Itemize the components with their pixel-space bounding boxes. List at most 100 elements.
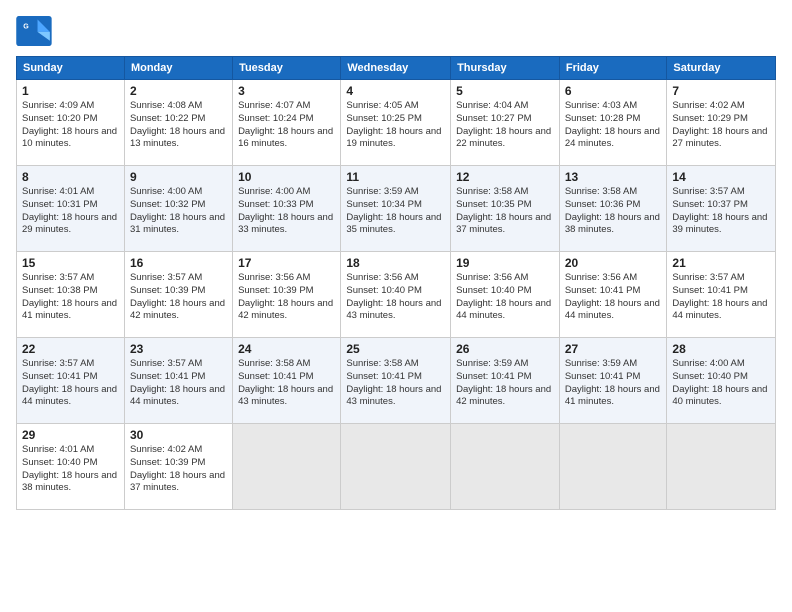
calendar-cell: 22Sunrise: 3:57 AMSunset: 10:41 PMDaylig… [17, 338, 125, 424]
cell-content: Sunrise: 4:00 AMSunset: 10:33 PMDaylight… [238, 186, 335, 237]
calendar-week-3: 15Sunrise: 3:57 AMSunset: 10:38 PMDaylig… [17, 252, 776, 338]
day-number: 27 [565, 342, 662, 356]
calendar-cell: 24 Sunrise: 3:58 AMSunset: 10:41 PMDaylig… [233, 338, 341, 424]
calendar-cell: 30 Sunrise: 4:02 AMSunset: 10:39 PMDaylig… [124, 424, 232, 510]
cell-content: Sunrise: 3:56 AMSunset: 10:41 PMDaylight… [565, 272, 662, 323]
calendar-week-2: 8Sunrise: 4:01 AMSunset: 10:31 PMDayligh… [17, 166, 776, 252]
calendar-cell: 28 Sunrise: 4:00 AMSunset: 10:40 PMDaylig… [667, 338, 776, 424]
day-number: 11 [346, 170, 445, 184]
calendar-cell: 8Sunrise: 4:01 AMSunset: 10:31 PMDayligh… [17, 166, 125, 252]
cell-content: Sunrise: 3:57 AMSunset: 10:41 PMDaylight… [130, 358, 227, 409]
calendar-cell: 15Sunrise: 3:57 AMSunset: 10:38 PMDaylig… [17, 252, 125, 338]
calendar-week-4: 22Sunrise: 3:57 AMSunset: 10:41 PMDaylig… [17, 338, 776, 424]
day-number: 12 [456, 170, 554, 184]
weekday-header-tuesday: Tuesday [233, 57, 341, 80]
calendar-cell: 12 Sunrise: 3:58 AMSunset: 10:35 PMDaylig… [451, 166, 560, 252]
calendar-body: 1Sunrise: 4:09 AMSunset: 10:20 PMDayligh… [17, 80, 776, 510]
calendar-cell: 27Sunrise: 3:59 AMSunset: 10:41 PMDaylig… [559, 338, 667, 424]
calendar-week-1: 1Sunrise: 4:09 AMSunset: 10:20 PMDayligh… [17, 80, 776, 166]
calendar-cell: 14Sunrise: 3:57 AMSunset: 10:37 PMDaylig… [667, 166, 776, 252]
day-number: 10 [238, 170, 335, 184]
cell-content: Sunrise: 3:59 AMSunset: 10:34 PMDaylight… [346, 186, 445, 237]
day-number: 30 [130, 428, 227, 442]
cell-content: Sunrise: 3:59 AMSunset: 10:41 PMDaylight… [456, 358, 554, 409]
day-number: 26 [456, 342, 554, 356]
cell-content: Sunrise: 4:02 AMSunset: 10:29 PMDaylight… [672, 100, 770, 151]
calendar-cell: 16 Sunrise: 3:57 AMSunset: 10:39 PMDaylig… [124, 252, 232, 338]
day-number: 16 [130, 256, 227, 270]
cell-content: Sunrise: 3:57 AMSunset: 10:38 PMDaylight… [22, 272, 119, 323]
day-number: 25 [346, 342, 445, 356]
calendar-cell: 9Sunrise: 4:00 AMSunset: 10:32 PMDayligh… [124, 166, 232, 252]
calendar-cell: 5 Sunrise: 4:04 AMSunset: 10:27 PMDayligh… [451, 80, 560, 166]
calendar-table: SundayMondayTuesdayWednesdayThursdayFrid… [16, 56, 776, 510]
day-number: 6 [565, 84, 662, 98]
calendar-cell: 29 Sunrise: 4:01 AMSunset: 10:40 PMDaylig… [17, 424, 125, 510]
cell-content: Sunrise: 3:58 AMSunset: 10:36 PMDaylight… [565, 186, 662, 237]
day-number: 7 [672, 84, 770, 98]
day-number: 3 [238, 84, 335, 98]
cell-content: Sunrise: 4:05 AMSunset: 10:25 PMDaylight… [346, 100, 445, 151]
day-number: 29 [22, 428, 119, 442]
day-number: 19 [456, 256, 554, 270]
cell-content: Sunrise: 3:57 AMSunset: 10:41 PMDaylight… [22, 358, 119, 409]
cell-content: Sunrise: 3:56 AMSunset: 10:39 PMDaylight… [238, 272, 335, 323]
weekday-header-wednesday: Wednesday [341, 57, 451, 80]
day-number: 23 [130, 342, 227, 356]
calendar-cell: 4 Sunrise: 4:05 AMSunset: 10:25 PMDayligh… [341, 80, 451, 166]
calendar-week-5: 29 Sunrise: 4:01 AMSunset: 10:40 PMDaylig… [17, 424, 776, 510]
calendar-cell: 18 Sunrise: 3:56 AMSunset: 10:40 PMDaylig… [341, 252, 451, 338]
logo-icon: G [16, 16, 52, 46]
svg-text:G: G [23, 23, 29, 30]
calendar-cell: 3Sunrise: 4:07 AMSunset: 10:24 PMDayligh… [233, 80, 341, 166]
day-number: 4 [346, 84, 445, 98]
calendar-cell: 26 Sunrise: 3:59 AMSunset: 10:41 PMDaylig… [451, 338, 560, 424]
day-number: 5 [456, 84, 554, 98]
calendar-cell: 11 Sunrise: 3:59 AMSunset: 10:34 PMDaylig… [341, 166, 451, 252]
day-number: 20 [565, 256, 662, 270]
day-number: 8 [22, 170, 119, 184]
cell-content: Sunrise: 4:02 AMSunset: 10:39 PMDaylight… [130, 444, 227, 495]
day-number: 28 [672, 342, 770, 356]
calendar-cell [451, 424, 560, 510]
calendar-cell: 23 Sunrise: 3:57 AMSunset: 10:41 PMDaylig… [124, 338, 232, 424]
weekday-header-monday: Monday [124, 57, 232, 80]
cell-content: Sunrise: 3:57 AMSunset: 10:41 PMDaylight… [672, 272, 770, 323]
cell-content: Sunrise: 3:58 AMSunset: 10:35 PMDaylight… [456, 186, 554, 237]
day-number: 24 [238, 342, 335, 356]
calendar-cell [559, 424, 667, 510]
cell-content: Sunrise: 4:01 AMSunset: 10:40 PMDaylight… [22, 444, 119, 495]
weekday-header-friday: Friday [559, 57, 667, 80]
day-number: 1 [22, 84, 119, 98]
weekday-header-thursday: Thursday [451, 57, 560, 80]
day-number: 2 [130, 84, 227, 98]
calendar-cell: 7 Sunrise: 4:02 AMSunset: 10:29 PMDayligh… [667, 80, 776, 166]
calendar-cell: 2 Sunrise: 4:08 AMSunset: 10:22 PMDayligh… [124, 80, 232, 166]
cell-content: Sunrise: 4:08 AMSunset: 10:22 PMDaylight… [130, 100, 227, 151]
cell-content: Sunrise: 3:56 AMSunset: 10:40 PMDaylight… [346, 272, 445, 323]
calendar-cell [667, 424, 776, 510]
cell-content: Sunrise: 3:57 AMSunset: 10:39 PMDaylight… [130, 272, 227, 323]
cell-content: Sunrise: 3:57 AMSunset: 10:37 PMDaylight… [672, 186, 770, 237]
calendar-cell: 21Sunrise: 3:57 AMSunset: 10:41 PMDaylig… [667, 252, 776, 338]
header: G [16, 16, 776, 46]
cell-content: Sunrise: 4:03 AMSunset: 10:28 PMDaylight… [565, 100, 662, 151]
calendar-cell: 19Sunrise: 3:56 AMSunset: 10:40 PMDaylig… [451, 252, 560, 338]
calendar-cell: 10 Sunrise: 4:00 AMSunset: 10:33 PMDaylig… [233, 166, 341, 252]
calendar-cell: 13Sunrise: 3:58 AMSunset: 10:36 PMDaylig… [559, 166, 667, 252]
cell-content: Sunrise: 4:00 AMSunset: 10:40 PMDaylight… [672, 358, 770, 409]
calendar-cell: 1Sunrise: 4:09 AMSunset: 10:20 PMDayligh… [17, 80, 125, 166]
calendar-cell: 6 Sunrise: 4:03 AMSunset: 10:28 PMDayligh… [559, 80, 667, 166]
day-number: 18 [346, 256, 445, 270]
calendar-page: G SundayMondayTuesdayWednesdayThursdayFr… [0, 0, 792, 612]
weekday-header-saturday: Saturday [667, 57, 776, 80]
cell-content: Sunrise: 4:04 AMSunset: 10:27 PMDaylight… [456, 100, 554, 151]
cell-content: Sunrise: 3:58 AMSunset: 10:41 PMDaylight… [346, 358, 445, 409]
calendar-cell [341, 424, 451, 510]
day-number: 17 [238, 256, 335, 270]
weekday-row: SundayMondayTuesdayWednesdayThursdayFrid… [17, 57, 776, 80]
calendar-cell: 25 Sunrise: 3:58 AMSunset: 10:41 PMDaylig… [341, 338, 451, 424]
day-number: 9 [130, 170, 227, 184]
cell-content: Sunrise: 3:58 AMSunset: 10:41 PMDaylight… [238, 358, 335, 409]
weekday-header-sunday: Sunday [17, 57, 125, 80]
